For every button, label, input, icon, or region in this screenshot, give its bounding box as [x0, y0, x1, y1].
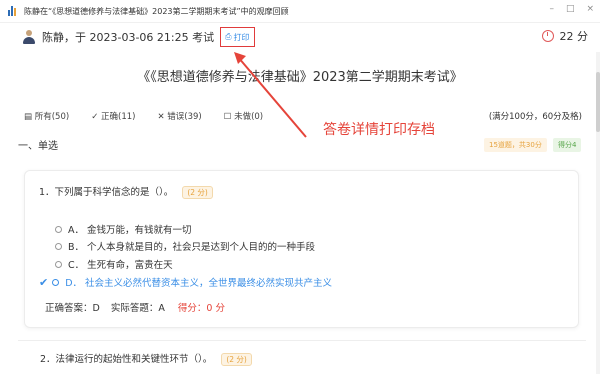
question-title: 2．法律运行的起始性和关键性环节（）。 (2 分) — [40, 351, 252, 366]
list-icon: ▤ — [24, 112, 35, 122]
user-avatar-icon — [22, 30, 36, 44]
window-titlebar: 陈静在“《思想道德修养与法律基础》2023第二学期期末考试”中的观摩回顾 – □… — [0, 0, 600, 23]
filter-all[interactable]: ▤ 所有(50) — [24, 110, 69, 122]
question-count-badge: 15道题，共30分 — [484, 138, 547, 152]
option-b: B． 个人本身就是目的，社会只是达到个人目的的一种手段 — [55, 239, 315, 253]
filter-wrong[interactable]: ✕ 错误(39) — [157, 110, 201, 122]
option-d: ✔ D． 社会主义必然代替资本主义，全世界最终必然实现共产主义 — [39, 275, 333, 290]
annotation-text: 答卷详情打印存档 — [323, 122, 435, 138]
section-title: 一、单选 — [18, 141, 58, 152]
timer-text: 22 分 — [559, 30, 589, 43]
points-badge: (2 分) — [182, 186, 213, 199]
actual-answer: 实际答题：A — [110, 303, 165, 314]
answer-result: 正确答案：D 实际答题：A 得分：0 分 — [45, 300, 225, 314]
scrollbar[interactable] — [596, 52, 600, 374]
timer: 22 分 — [541, 28, 589, 44]
app-chart-icon — [8, 6, 18, 16]
radio-icon — [55, 260, 62, 268]
option-c: C． 生死有命，富贵在天 — [55, 257, 173, 271]
print-button[interactable]: ⎙ 打印 — [220, 27, 255, 47]
exam-title: 《《思想道德修养与法律基础》2023第二学期期末考试》 — [137, 70, 463, 85]
exam-header: 陈静，于 2023-03-06 21:25 考试 ⎙ 打印 22 分 — [0, 22, 600, 52]
option-a: A． 金钱万能，有钱就有一切 — [55, 222, 192, 236]
scrollbar-thumb[interactable] — [596, 72, 600, 132]
close-button[interactable]: × — [586, 4, 594, 14]
filter-correct[interactable]: ✓ 正确(11) — [91, 110, 135, 122]
minimize-button[interactable]: – — [549, 4, 554, 14]
print-label: 打印 — [233, 32, 250, 42]
cross-icon: ✕ — [157, 112, 168, 122]
correct-check-icon: ✔ — [39, 275, 49, 289]
radio-icon — [55, 225, 62, 233]
score-info: (满分100分，60分及格) — [488, 112, 582, 122]
square-icon: ☐ — [223, 112, 235, 122]
radio-icon — [52, 278, 60, 286]
window-title: 陈静在“《思想道德修养与法律基础》2023第二学期期末考试”中的观摩回顾 — [24, 6, 289, 16]
section-score-badge: 得分4 — [553, 138, 582, 152]
filter-undone[interactable]: ☐ 未做(0) — [224, 110, 263, 122]
check-icon: ✓ — [91, 112, 102, 122]
clock-icon — [541, 30, 554, 42]
maximize-button[interactable]: □ — [566, 4, 575, 14]
question-card: 1．下列属于科学信念的是（）。 (2 分) A． 金钱万能，有钱就有一切 B． … — [24, 170, 579, 328]
submit-info: 陈静，于 2023-03-06 21:25 考试 — [42, 31, 215, 44]
points-badge: (2 分) — [221, 353, 252, 366]
question-score: 得分：0 分 — [177, 303, 225, 314]
question-title: 1．下列属于科学信念的是（）。 (2 分) — [39, 184, 213, 199]
printer-icon: ⎙ — [225, 32, 232, 41]
radio-icon — [55, 242, 62, 250]
correct-answer: 正确答案：D — [45, 303, 100, 314]
window-controls: – □ × — [549, 4, 594, 14]
question-card: 2．法律运行的起始性和关键性环节（）。 (2 分) — [18, 340, 586, 381]
answer-filter-bar: ▤ 所有(50) ✓ 正确(11) ✕ 错误(39) ☐ 未做(0) — [24, 110, 263, 122]
